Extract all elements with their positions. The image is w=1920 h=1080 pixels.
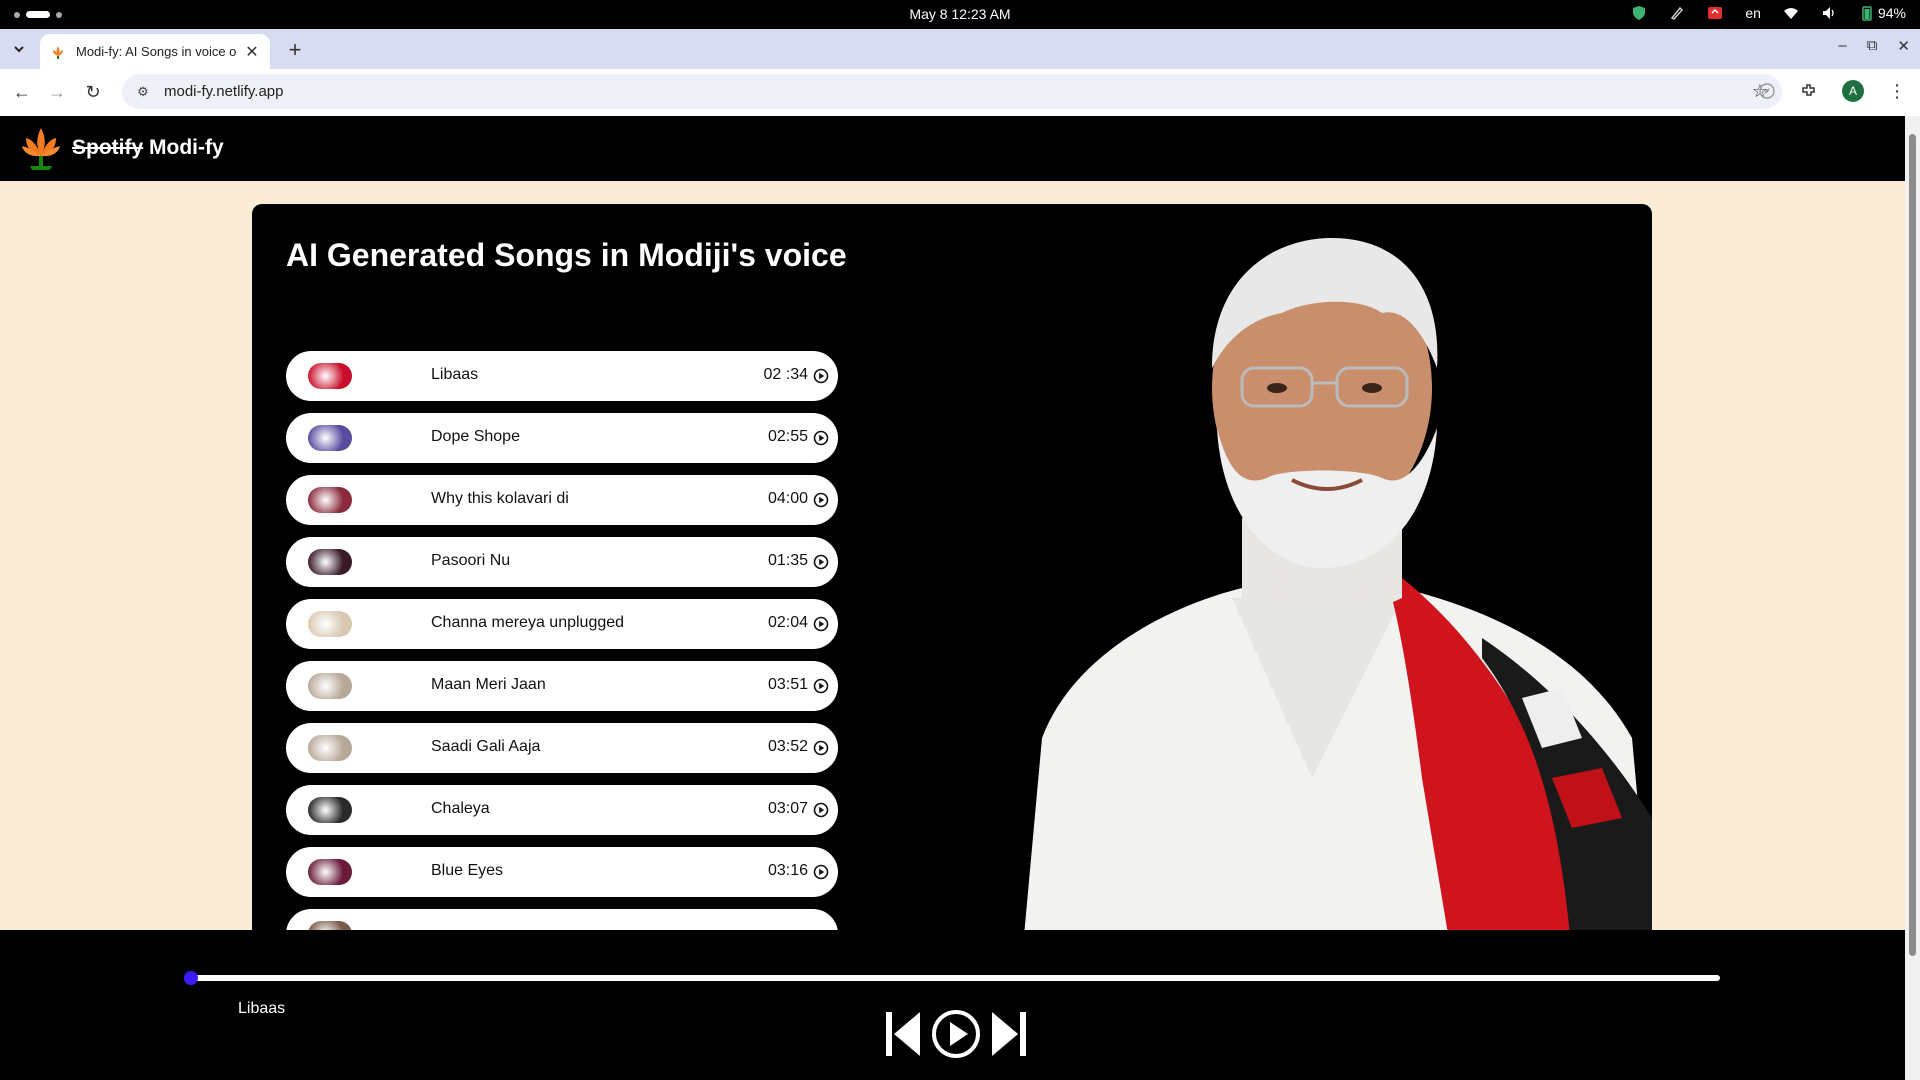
song-duration: 02:04 <box>767 614 808 631</box>
song-thumbnail <box>308 735 352 761</box>
page-title: AI Generated Songs in Modiji's voice <box>286 237 847 273</box>
toolbar-actions: A ⋮ <box>1758 80 1906 102</box>
os-top-bar: May 8 12:23 AM en 94% <box>0 0 1920 29</box>
browser-menu-icon[interactable]: ⋮ <box>1888 81 1906 102</box>
song-row[interactable]: Maan Meri Jaan 03:51 <box>286 661 838 711</box>
player-controls <box>884 1008 1028 1060</box>
song-row[interactable]: Channa mereya unplugged 02:04 <box>286 599 838 649</box>
volume-icon[interactable] <box>1821 5 1837 21</box>
song-row[interactable]: Pasoori Nu 01:35 <box>286 537 838 587</box>
progress-slider[interactable] <box>190 975 1720 981</box>
keyboard-language[interactable]: en <box>1745 5 1761 21</box>
play-circle-icon[interactable] <box>813 492 829 508</box>
song-title: Dope Shope <box>431 428 520 445</box>
site-header: Spotify Modi-fy <box>0 116 1905 181</box>
reload-icon[interactable]: ↻ <box>80 79 106 105</box>
url-text[interactable]: modi-fy.netlify.app <box>164 83 284 100</box>
brand-strikethrough: Spotify <box>72 136 144 159</box>
page-viewport: Spotify Modi-fy AI Generated Songs in Mo… <box>0 116 1905 1080</box>
battery-percent: 94% <box>1877 5 1906 21</box>
page-scrollbar[interactable] <box>1905 116 1920 1080</box>
chevron-down-icon <box>14 46 24 53</box>
extensions-puzzle-icon[interactable] <box>1800 82 1818 100</box>
song-row[interactable]: Why this kolavari di 04:00 <box>286 475 838 525</box>
song-duration: 03:51 <box>767 676 808 693</box>
song-duration: 03:07 <box>767 800 808 817</box>
song-row[interactable]: Blue Eyes 03:16 <box>286 847 838 897</box>
song-duration: 02:55 <box>767 428 808 445</box>
brand-name[interactable]: Modi-fy <box>149 136 224 160</box>
system-tray[interactable]: en 94% <box>1631 5 1906 21</box>
close-window-icon[interactable]: ✕ <box>1897 37 1910 55</box>
progress-slider-knob[interactable] <box>184 971 198 985</box>
back-icon[interactable]: ← <box>9 79 35 105</box>
play-circle-icon[interactable] <box>813 554 829 570</box>
site-info-icon[interactable]: ⚙ <box>134 83 152 101</box>
browser-tab-active[interactable]: Modi-fy: AI Songs in voice o ✕ <box>40 34 270 69</box>
forward-icon[interactable]: → <box>44 79 70 105</box>
minimize-icon[interactable]: – <box>1838 37 1846 55</box>
song-title: Maan Meri Jaan <box>431 676 546 693</box>
play-circle-icon[interactable] <box>813 616 829 632</box>
play-circle-icon[interactable] <box>813 678 829 694</box>
song-duration: 03:52 <box>767 738 808 755</box>
play-circle-icon[interactable] <box>813 368 829 384</box>
window-controls: – ⧉ ✕ <box>1838 37 1910 55</box>
play-circle-icon[interactable] <box>813 740 829 756</box>
song-row[interactable]: Dope Shope 02:55 <box>286 413 838 463</box>
song-duration: 01:35 <box>767 552 808 569</box>
tab-title: Modi-fy: AI Songs in voice o <box>76 44 237 59</box>
wifi-icon[interactable] <box>1783 5 1799 21</box>
play-circle-icon[interactable] <box>813 864 829 880</box>
song-thumbnail <box>308 487 352 513</box>
songs-card: AI Generated Songs in Modiji's voice Lib… <box>252 204 1652 944</box>
now-playing-title: Libaas <box>238 1000 286 1017</box>
song-title: Chaleya <box>431 800 490 817</box>
previous-track-icon[interactable] <box>884 1008 922 1060</box>
song-title: Why this kolavari di <box>431 490 569 507</box>
new-tab-button[interactable]: + <box>282 37 308 63</box>
song-thumbnail <box>308 797 352 823</box>
song-thumbnail <box>308 611 352 637</box>
next-track-icon[interactable] <box>990 1008 1028 1060</box>
shield-icon[interactable] <box>1631 5 1647 21</box>
song-duration: 02 :34 <box>763 366 808 383</box>
battery-icon <box>1862 6 1872 21</box>
scrollbar-thumb[interactable] <box>1909 134 1916 956</box>
pen-icon[interactable] <box>1669 5 1685 21</box>
song-thumbnail <box>308 673 352 699</box>
song-row[interactable]: Chaleya 03:07 <box>286 785 838 835</box>
song-thumbnail <box>308 549 352 575</box>
song-title: Libaas <box>431 366 479 383</box>
song-row[interactable]: Saadi Gali Aaja 03:52 <box>286 723 838 773</box>
song-title: Saadi Gali Aaja <box>431 738 541 755</box>
song-title: Blue Eyes <box>431 862 504 879</box>
browser-toolbar: ← → ↻ ⚙ modi-fy.netlify.app ☆ A ⋮ <box>0 69 1920 114</box>
lotus-favicon-icon <box>53 45 63 59</box>
song-title: Pasoori Nu <box>431 552 511 569</box>
song-duration: 03:16 <box>767 862 808 879</box>
song-thumbnail <box>308 363 352 389</box>
lotus-logo[interactable] <box>20 124 62 172</box>
tab-close-icon[interactable]: ✕ <box>244 42 260 62</box>
portrait-image <box>982 218 1652 944</box>
browser-tab-strip: Modi-fy: AI Songs in voice o ✕ + – ⧉ ✕ <box>0 29 1920 69</box>
play-circle-icon[interactable] <box>813 802 829 818</box>
song-row[interactable]: Libaas 02 :34 <box>286 351 838 401</box>
audio-player-bar: Libaas <box>0 930 1905 1080</box>
play-icon[interactable] <box>930 1008 982 1060</box>
profile-avatar[interactable]: A <box>1842 80 1864 102</box>
song-thumbnail <box>308 425 352 451</box>
tab-search-button[interactable] <box>8 38 30 60</box>
song-duration: 04:00 <box>767 490 808 507</box>
screen-share-icon[interactable] <box>1707 5 1723 21</box>
restore-icon[interactable]: ⧉ <box>1867 37 1878 55</box>
battery-status[interactable]: 94% <box>1859 5 1906 21</box>
address-bar[interactable]: ⚙ modi-fy.netlify.app ☆ <box>122 74 1782 109</box>
play-circle-icon[interactable] <box>813 430 829 446</box>
song-thumbnail <box>308 859 352 885</box>
song-title: Channa mereya unplugged <box>431 614 625 631</box>
compass-icon[interactable] <box>1758 82 1776 100</box>
